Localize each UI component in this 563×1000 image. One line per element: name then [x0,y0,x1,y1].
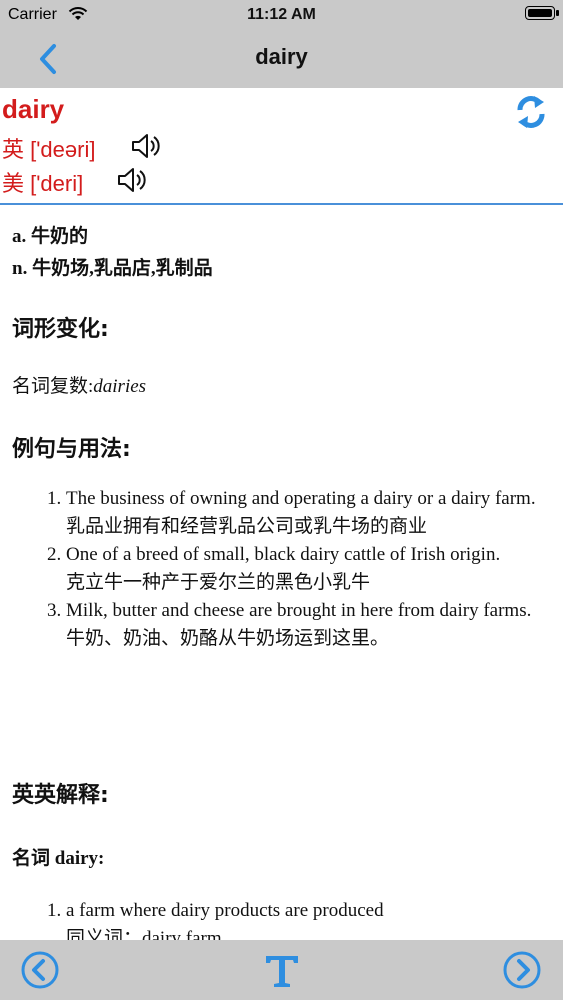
example-en: The business of owning and operating a d… [66,488,536,509]
example-en: One of a breed of small, black dairy cat… [66,544,501,565]
basic-definitions: a. 牛奶的 n. 牛奶场,乳品店,乳制品 [12,221,213,285]
inflection-label: 名词复数: [12,376,94,397]
refresh-icon[interactable] [515,94,547,130]
battery-icon [525,6,555,20]
status-bar: Carrier 11:12 AM [0,0,563,30]
synonym-line: 同义词：dairy farm [66,928,222,940]
english-definition-item: a farm where dairy products are produced… [66,897,551,940]
battery-cap [556,10,559,16]
example-zh: 牛奶、奶油、奶酪从牛奶场运到这里。 [66,628,390,649]
example-item: One of a breed of small, black dairy cat… [66,541,551,597]
navigation-bar: dairy [0,30,563,88]
english-definitions-list: a farm where dairy products are produced… [0,897,563,940]
us-speaker-icon[interactable] [116,166,148,194]
previous-word-button[interactable] [20,950,60,990]
examples-title: 例句与用法: [12,437,131,462]
example-zh: 乳品业拥有和经营乳品公司或乳牛场的商业 [66,516,428,537]
bottom-toolbar [0,940,563,1000]
definition-noun: n. 牛奶场,乳品店,乳制品 [12,258,213,279]
uk-speaker-icon[interactable] [130,132,162,160]
part-of-speech-heading: 名词 dairy: [12,848,105,869]
nav-title: dairy [255,44,308,69]
definition-adjective: a. 牛奶的 [12,226,89,247]
definition-content: a. 牛奶的 n. 牛奶场,乳品店,乳制品 词形变化: 名词复数:dairies… [0,205,563,940]
text-size-button[interactable] [263,950,301,990]
example-item: The business of owning and operating a d… [66,485,551,541]
example-zh: 克立牛一种产于爱尔兰的黑色小乳牛 [66,572,371,593]
example-item: Milk, butter and cheese are brought in h… [66,597,551,653]
headword: dairy [2,94,65,124]
example-en: Milk, butter and cheese are brought in h… [66,600,532,621]
inflection-value: dairies [93,376,147,397]
english-definitions-title: 英英解释: [12,783,109,808]
examples-list: The business of owning and operating a d… [0,485,563,653]
clock: 11:12 AM [247,6,316,23]
inflection-line: 名词复数:dairies [12,371,146,398]
entry-header: dairy 英 ['deəri] 美 ['deri] [0,88,563,205]
inflection-title: 词形变化: [12,317,109,342]
next-word-button[interactable] [502,950,542,990]
us-pronunciation: 美 ['deri] [2,171,84,196]
uk-pronunciation: 英 ['deəri] [2,137,96,162]
english-definition-text: a farm where dairy products are produced [66,900,384,921]
